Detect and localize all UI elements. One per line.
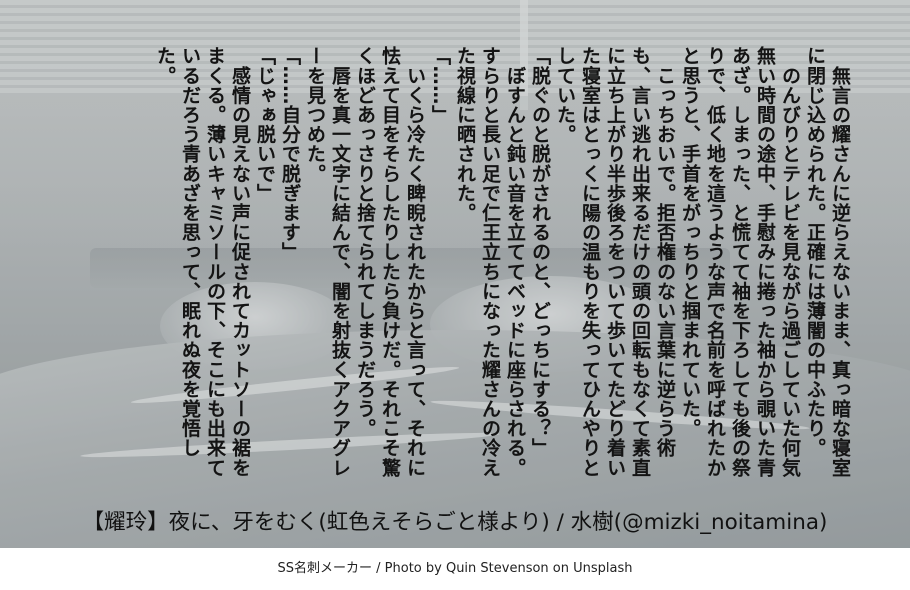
story-dialogue: 「脱ぐのと脱がされるのと、どっちにする？」 — [529, 46, 551, 458]
story-dialogue: 「じゃぁ脱いで」 — [254, 46, 276, 203]
story-paragraph: のんびりとテレビを見ながら過ごしていた何気無い時間の途中、手慰みに捲った袖から覗… — [679, 46, 801, 478]
story-dialogue: 「……」 — [429, 46, 451, 125]
story-paragraph: 唇を真一文字に結んで、闇を射抜くアクアグレーを見つめた。 — [304, 46, 351, 478]
story-paragraph: こっちおいで。拒否権のない言葉に逆らう術も、言い逃れ出来るだけの頭の回転もなくて… — [554, 46, 676, 478]
story-paragraph: ぼすんと鈍い音を立ててベッドに座らされる。すらりと長い足で仁王立ちになった耀さん… — [454, 46, 526, 478]
story-text: 無言の耀さんに逆らえないまま、真っ暗な寝室に閉じ込められた。正確には薄闇の中ふた… — [62, 46, 852, 478]
story-card: 無言の耀さんに逆らえないまま、真っ暗な寝室に閉じ込められた。正確には薄闇の中ふた… — [0, 0, 910, 548]
story-paragraph: いくら冷たく睥睨されたからと言って、それに怯えて目をそらしたりしたら負けだ。それ… — [354, 46, 426, 478]
credit-footer: SS名刺メーカー / Photo by Quin Stevenson on Un… — [277, 561, 633, 576]
story-dialogue: 「……自分で脱ぎます」 — [279, 46, 301, 262]
story-title-caption: 【耀玲】夜に、牙をむく(虹色えそらごと様より) / 水樹(@mizki_noit… — [82, 510, 828, 535]
story-paragraph: 無言の耀さんに逆らえないまま、真っ暗な寝室に閉じ込められた。正確には薄闇の中ふた… — [804, 46, 851, 478]
story-paragraph: 感情の見えない声に促されてカットソーの裾をまくる。薄いキャミソールの下、そこにも… — [154, 46, 251, 478]
